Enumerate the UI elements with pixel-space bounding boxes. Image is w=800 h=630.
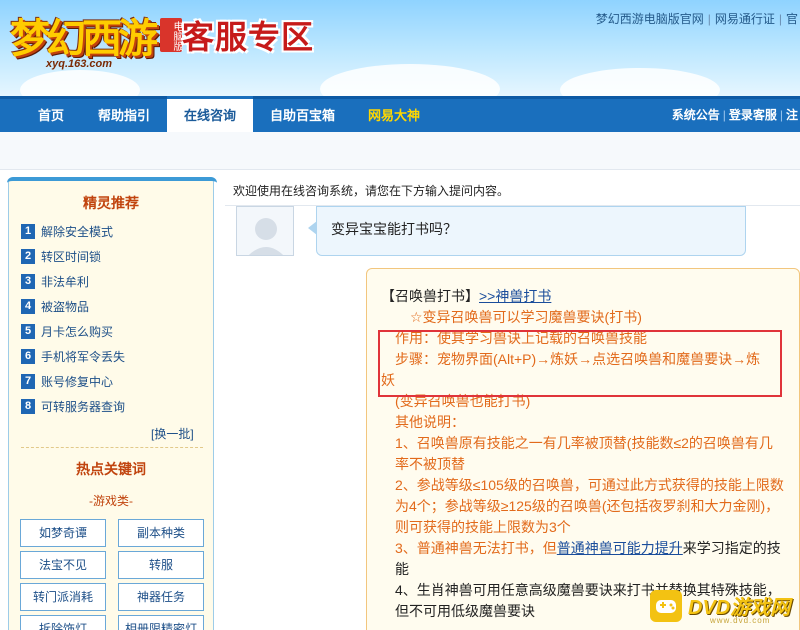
recommend-item[interactable]: 5 月卡怎么购买: [21, 319, 125, 344]
nav-item-home[interactable]: 首页: [38, 99, 64, 132]
item-number: 2: [21, 249, 35, 264]
recommend-item[interactable]: 3 非法牟利: [21, 269, 125, 294]
recommend-item-label: 账号修复中心: [41, 374, 114, 389]
keyword-button[interactable]: 转服: [118, 551, 204, 579]
cloud-decoration: [20, 70, 140, 96]
recommend-item[interactable]: 1 解除安全模式: [21, 219, 125, 244]
divider: |: [778, 12, 782, 26]
item-number: 8: [21, 399, 35, 414]
keyword-button[interactable]: 拆除饰灯: [20, 615, 106, 630]
answer-line: 3、普通神兽无法打书，但普通神兽可能力提升来学习指定的技能: [381, 538, 785, 580]
keyword-button[interactable]: 副本种类: [118, 519, 204, 547]
divider: [21, 447, 203, 448]
recommend-list: 1 解除安全模式 2 转区时间锁 3 非法牟利 4 被盗物品 5 月卡怎么购买 6 手机将军…: [21, 219, 125, 419]
welcome-message: 欢迎使用在线咨询系统，请您在下方输入提问内容。: [233, 184, 510, 198]
hot-keywords-title: 热点关键词: [76, 461, 146, 477]
recommend-item-label: 被盗物品: [41, 299, 90, 314]
nav-item-online-consult[interactable]: 在线咨询: [167, 96, 253, 132]
highlight-annotation: [378, 330, 782, 397]
answer-header: 【召唤兽打书】>>神兽打书: [381, 286, 785, 307]
divider: |: [779, 108, 783, 122]
keyword-button[interactable]: 相册限精密灯: [118, 615, 204, 630]
answer-line: 2、参战等级≤105级的召唤兽，可通过此方式获得的技能上限数为4个；参战等级≥1…: [395, 477, 784, 535]
divine-beast-upgrade-link[interactable]: 普通神兽可能力提升: [557, 540, 683, 556]
nav-right-links: 系统公告 | 登录客服 | 注: [672, 99, 798, 132]
swap-batch-button[interactable]: [换一批]: [151, 425, 194, 442]
recommend-item-label: 手机将军令丢失: [41, 349, 126, 364]
nav-item-help[interactable]: 帮助指引: [98, 99, 150, 132]
answer-line: ☆变异召唤兽可以学习魔兽要诀(打书): [410, 309, 642, 325]
item-number: 6: [21, 349, 35, 364]
nav-link-login[interactable]: 登录客服: [729, 108, 777, 122]
sidebar-frame: [7, 177, 217, 193]
item-number: 7: [21, 374, 35, 389]
keyword-button[interactable]: 如梦奇谭: [20, 519, 106, 547]
recommend-item-label: 非法牟利: [41, 274, 90, 289]
recommend-item[interactable]: 4 被盗物品: [21, 294, 125, 319]
keyword-category-label: -游戏类-: [89, 494, 133, 508]
site-watermark: DVD游戏网 www.dvd.com: [650, 586, 800, 626]
answer-topic: 【召唤兽打书】: [381, 288, 479, 304]
user-avatar: [236, 206, 294, 256]
user-avatar-icon: [248, 218, 284, 255]
answer-line: 其他说明：: [395, 414, 465, 430]
recommend-item[interactable]: 7 账号修复中心: [21, 369, 125, 394]
recommend-title: 精灵推荐: [83, 195, 139, 211]
gamepad-icon: [650, 590, 682, 622]
item-number: 3: [21, 274, 35, 289]
recommend-item-label: 月卡怎么购买: [41, 324, 114, 339]
divider: |: [722, 108, 726, 122]
nav-item-netease-dashen[interactable]: 网易大神: [368, 99, 420, 132]
nav-item-self-service[interactable]: 自助百宝箱: [270, 99, 335, 132]
sidebar: 精灵推荐 1 解除安全模式 2 转区时间锁 3 非法牟利 4 被盗物品 5 月卡怎么购买 …: [7, 177, 217, 630]
keyword-button[interactable]: 神器任务: [118, 583, 204, 611]
recommend-item[interactable]: 8 可转服务器查询: [21, 394, 125, 419]
site-header: 梦幻西游 电脑版 xyq.163.com 客服专区 梦幻西游电脑版官网 | 网易通行…: [0, 0, 800, 96]
nav-link-announcements[interactable]: 系统公告: [672, 108, 720, 122]
watermark-url: www.dvd.com: [710, 616, 771, 625]
top-link-more[interactable]: 官: [786, 12, 798, 26]
answer-line: 1、召唤兽原有技能之一有几率被顶替(技能数≤2的召唤兽有几率不被顶替: [395, 435, 773, 472]
answer-text: 3、普通神兽无法打书，但: [395, 540, 557, 556]
recommend-item-label: 解除安全模式: [41, 224, 114, 239]
page-title: 客服专区: [182, 19, 315, 55]
top-links: 梦幻西游电脑版官网 | 网易通行证 | 官: [596, 10, 798, 27]
item-number: 4: [21, 299, 35, 314]
top-link-official-site[interactable]: 梦幻西游电脑版官网: [596, 12, 704, 26]
logo-url: xyq.163.com: [46, 58, 113, 70]
game-logo[interactable]: 梦幻西游 电脑版 xyq.163.com: [10, 6, 182, 72]
sub-bar: [0, 132, 800, 170]
recommend-item-label: 可转服务器查询: [41, 399, 126, 414]
recommend-item[interactable]: 2 转区时间锁: [21, 244, 125, 269]
divider: |: [707, 12, 711, 26]
item-number: 5: [21, 324, 35, 339]
keyword-grid: 如梦奇谭 副本种类 法宝不见 转服 转门派消耗 神器任务 拆除饰灯 相册限精密灯: [20, 519, 208, 630]
item-number: 1: [21, 224, 35, 239]
logo-edition-badge: 电脑版: [160, 18, 182, 52]
keyword-button[interactable]: 法宝不见: [20, 551, 106, 579]
top-link-passport[interactable]: 网易通行证: [715, 12, 775, 26]
recommend-item[interactable]: 6 手机将军令丢失: [21, 344, 125, 369]
cloud-decoration: [320, 64, 500, 96]
user-question-bubble: 变异宝宝能打书吗？: [308, 206, 746, 256]
logo-text: 梦幻西游: [10, 15, 158, 62]
main-nav: 首页 帮助指引 在线咨询 自助百宝箱 网易大神 系统公告 | 登录客服 | 注: [0, 96, 800, 132]
nav-link-more[interactable]: 注: [786, 108, 798, 122]
answer-bubble: 【召唤兽打书】>>神兽打书 ☆变异召唤兽可以学习魔兽要诀(打书) 作用：使其学习…: [366, 268, 800, 630]
recommend-item-label: 转区时间锁: [41, 249, 102, 264]
cloud-decoration: [560, 68, 720, 96]
keyword-button[interactable]: 转门派消耗: [20, 583, 106, 611]
divine-beast-link[interactable]: >>神兽打书: [479, 288, 551, 304]
